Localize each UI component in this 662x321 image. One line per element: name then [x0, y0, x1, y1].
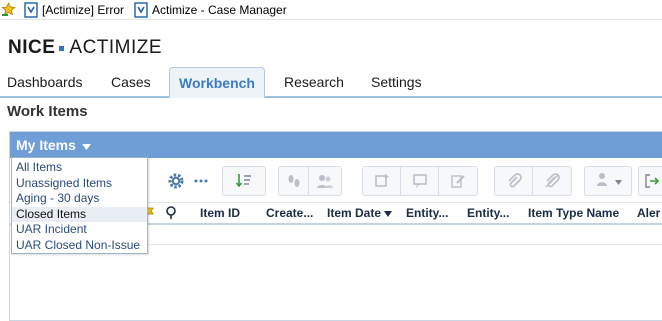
- attachment-group: [494, 166, 572, 196]
- chevron-down-icon: [81, 137, 91, 153]
- sort-descending-icon: [384, 206, 393, 220]
- favorites-star-icon[interactable]: [1, 2, 16, 20]
- column-alert[interactable]: Aler: [637, 206, 660, 220]
- column-item-id[interactable]: Item ID: [200, 206, 240, 220]
- menu-item-unassigned-items[interactable]: Unassigned Items: [12, 176, 147, 192]
- column-entity-2[interactable]: Entity...: [467, 206, 509, 220]
- favorite-link-case-manager[interactable]: Actimize - Case Manager: [134, 2, 287, 18]
- detach-icon[interactable]: [533, 167, 571, 195]
- favorite-link-error[interactable]: [Actimize] Error: [24, 2, 124, 18]
- panel-title: My Items: [16, 137, 76, 153]
- menu-item-closed-items[interactable]: Closed Items: [12, 206, 147, 222]
- gear-icon[interactable]: [165, 166, 187, 196]
- export-group: [638, 166, 662, 196]
- ie-page-icon: [24, 2, 38, 18]
- workflow-group: [584, 166, 632, 196]
- column-label: Item Date: [327, 206, 382, 220]
- chevron-down-icon: [614, 172, 622, 190]
- logo-dot: [59, 45, 65, 51]
- users-icon[interactable]: [309, 167, 341, 195]
- logo-brand: NICE: [8, 37, 56, 58]
- help-icon[interactable]: [165, 206, 177, 223]
- menu-item-uar-closed-non-issue[interactable]: UAR Closed Non-Issue: [12, 238, 147, 254]
- my-items-selector[interactable]: My Items: [16, 137, 91, 153]
- export-icon[interactable]: [639, 167, 662, 195]
- tab-cases[interactable]: Cases: [111, 67, 151, 98]
- sort-icon[interactable]: [223, 167, 265, 195]
- panel-header: My Items: [10, 132, 662, 158]
- tab-workbench[interactable]: Workbench: [169, 67, 265, 98]
- tab-research[interactable]: Research: [284, 67, 344, 98]
- column-item-date[interactable]: Item Date: [327, 206, 393, 220]
- tab-settings[interactable]: Settings: [371, 67, 422, 98]
- tab-dashboards[interactable]: Dashboards: [7, 67, 83, 98]
- menu-item-all-items[interactable]: All Items: [12, 160, 147, 176]
- main-tabs: Dashboards Cases Workbench Research Sett…: [0, 67, 662, 98]
- logo-product: ACTIMIZE: [69, 37, 163, 58]
- assign-group: [278, 166, 342, 196]
- add-note-icon[interactable]: [363, 167, 401, 195]
- app-logo: NICE ACTIMIZE: [8, 37, 162, 59]
- column-item-type-name[interactable]: Item Type Name: [528, 206, 619, 220]
- column-entity-1[interactable]: Entity...: [406, 206, 448, 220]
- menu-item-aging-30-days[interactable]: Aging - 30 days: [12, 191, 147, 207]
- page-title: Work Items: [7, 103, 88, 120]
- edit-group: [362, 166, 478, 196]
- favorites-bar: [Actimize] Error Actimize - Case Manager: [0, 0, 662, 20]
- sort-group: [222, 166, 266, 196]
- column-created[interactable]: Create...: [266, 206, 313, 220]
- edit-icon[interactable]: [439, 167, 477, 195]
- ie-page-icon: [134, 2, 148, 18]
- favorite-label: Actimize - Case Manager: [152, 3, 287, 17]
- my-items-dropdown: All Items Unassigned Items Aging - 30 da…: [11, 157, 148, 254]
- comment-icon[interactable]: [401, 167, 439, 195]
- steps-icon[interactable]: [279, 167, 309, 195]
- user-workflow-icon: [595, 171, 611, 192]
- more-icon[interactable]: [193, 166, 209, 196]
- menu-item-uar-incident[interactable]: UAR Incident: [12, 222, 147, 238]
- favorite-label: [Actimize] Error: [42, 3, 125, 17]
- attach-icon[interactable]: [495, 167, 533, 195]
- workflow-dropdown[interactable]: [585, 167, 631, 195]
